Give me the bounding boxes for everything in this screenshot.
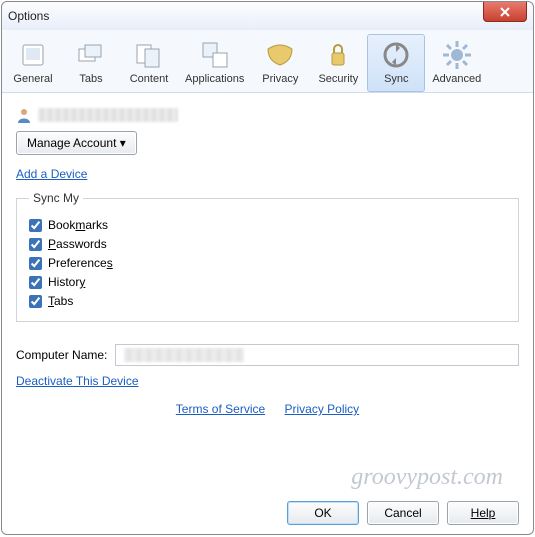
applications-icon <box>199 39 231 71</box>
close-icon <box>500 7 510 17</box>
account-row <box>16 107 519 123</box>
ok-button[interactable]: OK <box>287 501 359 525</box>
manage-account-button[interactable]: Manage Account ▾ <box>16 131 137 155</box>
tabs-icon <box>75 39 107 71</box>
deactivate-device-link[interactable]: Deactivate This Device <box>16 374 139 388</box>
tab-label: General <box>11 73 55 85</box>
sync-checkbox[interactable] <box>29 238 42 251</box>
tab-label: Tabs <box>69 73 113 85</box>
titlebar: Options <box>2 2 533 30</box>
sync-my-group: Sync My Bookmarks Passwords Preferences His… <box>16 191 519 322</box>
window-title: Options <box>8 9 49 23</box>
sync-item-3[interactable]: History <box>29 275 506 289</box>
computer-name-label: Computer Name: <box>16 348 107 362</box>
tab-security[interactable]: Security <box>309 34 367 92</box>
sync-item-1[interactable]: Passwords <box>29 237 506 251</box>
sync-checkbox[interactable] <box>29 276 42 289</box>
sync-item-4[interactable]: Tabs <box>29 294 506 308</box>
lock-icon <box>322 39 354 71</box>
sync-item-0[interactable]: Bookmarks <box>29 218 506 232</box>
monitor-icon <box>17 39 49 71</box>
tab-label: Security <box>316 73 360 85</box>
category-toolbar: General Tabs Content Applications Privacy Sec… <box>2 30 533 93</box>
privacy-policy-link[interactable]: Privacy Policy <box>285 402 360 416</box>
tab-label: Privacy <box>258 73 302 85</box>
add-device-link[interactable]: Add a Device <box>16 167 87 181</box>
tab-applications[interactable]: Applications <box>178 34 251 92</box>
sync-checkbox[interactable] <box>29 257 42 270</box>
sync-checkbox[interactable] <box>29 295 42 308</box>
computer-name-redacted <box>124 348 244 362</box>
tab-label: Sync <box>374 73 418 85</box>
close-button[interactable] <box>483 2 527 22</box>
tab-content[interactable]: Content <box>120 34 178 92</box>
help-button[interactable]: Help <box>447 501 519 525</box>
sync-item-2[interactable]: Preferences <box>29 256 506 270</box>
user-icon <box>16 107 32 123</box>
tab-label: Applications <box>185 73 244 85</box>
tab-privacy[interactable]: Privacy <box>251 34 309 92</box>
tab-general[interactable]: General <box>4 34 62 92</box>
sync-label: Preferences <box>48 256 113 270</box>
sync-checkbox[interactable] <box>29 219 42 232</box>
watermark: groovypost.com <box>351 464 503 491</box>
sync-label: Passwords <box>48 237 107 251</box>
terms-of-service-link[interactable]: Terms of Service <box>176 402 265 416</box>
sync-my-legend: Sync My <box>29 191 83 205</box>
content-icon <box>133 39 165 71</box>
mask-icon <box>264 39 296 71</box>
tab-advanced[interactable]: Advanced <box>425 34 488 92</box>
sync-label: Bookmarks <box>48 218 108 232</box>
sync-icon <box>380 39 412 71</box>
tab-sync[interactable]: Sync <box>367 34 425 92</box>
cancel-button[interactable]: Cancel <box>367 501 439 525</box>
sync-label: Tabs <box>48 294 73 308</box>
footer-links: Terms of Service Privacy Policy <box>16 402 519 416</box>
gear-icon <box>441 39 473 71</box>
sync-label: History <box>48 275 85 289</box>
tab-tabs[interactable]: Tabs <box>62 34 120 92</box>
tab-label: Advanced <box>432 73 481 85</box>
account-name-redacted <box>38 108 178 122</box>
tab-label: Content <box>127 73 171 85</box>
